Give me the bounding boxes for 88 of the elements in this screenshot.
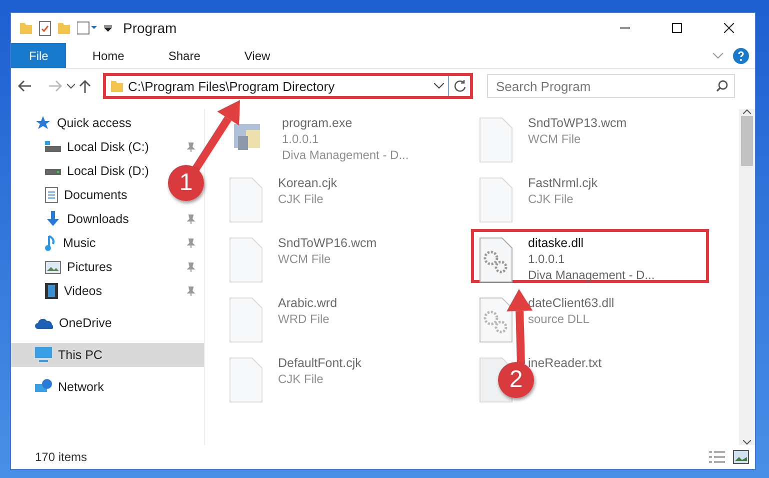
file-detail: Diva Management - D... [282, 148, 409, 162]
file-name[interactable]: ditaske.dll [528, 236, 655, 250]
sidebar-item[interactable]: Network [11, 375, 110, 399]
folder-icon [19, 21, 33, 35]
file-detail: WRD File [278, 312, 330, 326]
ribbon-tab[interactable]: Share [150, 43, 218, 68]
music-icon [45, 235, 57, 251]
file-name[interactable]: program.exe [282, 116, 409, 130]
file-icon [228, 296, 264, 344]
gear-file-icon [478, 236, 514, 284]
sidebar-item[interactable]: Quick access [11, 111, 138, 135]
file-name[interactable]: Korean.cjk [278, 176, 338, 190]
up-arrow-icon [79, 79, 91, 93]
star-icon [35, 115, 51, 131]
sidebar-item[interactable]: This PC [11, 343, 204, 367]
pin-icon [186, 262, 196, 272]
ribbon-tab[interactable]: Home [74, 43, 142, 68]
picture-icon [45, 260, 61, 274]
ribbon-tab[interactable]: File [11, 43, 66, 68]
file-detail: CJK File [278, 192, 324, 206]
file-name[interactable]: SndToWP13.wcm [528, 116, 627, 130]
sidebar-item[interactable]: Pictures [11, 255, 118, 279]
network-icon [35, 379, 52, 395]
sidebar-item[interactable]: Local Disk (C:) [11, 135, 155, 159]
cloud-icon [35, 318, 53, 328]
pin-icon [186, 238, 196, 248]
sidebar-item[interactable]: Local Disk (D:) [11, 159, 155, 183]
status-text: 170 items [35, 450, 88, 464]
file-icon [228, 356, 264, 404]
file-detail: 1.0.0.1 [282, 132, 320, 146]
drive-icon [45, 141, 61, 153]
folder-icon [110, 79, 124, 93]
chevron-down-icon [67, 83, 75, 89]
address-bar[interactable]: C:\Program Files\Program Directory [103, 73, 473, 99]
ribbon-tab[interactable]: View [226, 43, 288, 68]
file-name[interactable]: ineReader.txt [528, 356, 602, 370]
drive-icon [45, 167, 61, 175]
search-icon [716, 80, 728, 92]
film-icon [45, 283, 58, 299]
dropdown-icon [103, 23, 113, 33]
window-title: Program [123, 20, 177, 36]
tiles-view-icon [733, 450, 749, 464]
file-icon [478, 116, 514, 164]
help-icon [733, 48, 749, 64]
scrollbar[interactable] [739, 109, 755, 445]
sidebar-item[interactable]: OneDrive [11, 311, 118, 335]
sidebar-item[interactable]: Music [11, 231, 102, 255]
file-detail: WCM File [528, 132, 582, 146]
pin-icon [186, 142, 196, 152]
file-icon [228, 236, 264, 284]
search-field[interactable]: Search Program [487, 74, 735, 98]
sidebar-item[interactable]: Videos [11, 279, 108, 303]
properties-icon [77, 21, 97, 35]
file-detail: CJK File [528, 192, 574, 206]
forward-arrow-icon [49, 80, 63, 92]
back-arrow-icon [17, 80, 31, 92]
details-view-icon [709, 450, 725, 464]
document-icon [45, 187, 58, 203]
file-name[interactable]: FastNrml.cjk [528, 176, 598, 190]
download-icon [45, 211, 61, 227]
scrollbar-thumb[interactable] [741, 116, 753, 166]
pin-icon [186, 214, 196, 224]
file-detail: WCM File [278, 252, 332, 266]
chevron-down-icon [713, 52, 723, 58]
file-name[interactable]: dateClient63.dll [528, 296, 614, 310]
chevron-down-icon [743, 440, 751, 445]
close-icon [724, 23, 734, 33]
pin-icon [186, 286, 196, 296]
file-detail: 1.0.0.1 [528, 252, 566, 266]
checklist-icon [39, 20, 51, 36]
file-detail: CJK File [278, 372, 324, 386]
file-item[interactable]: ditaske.dll 1.0.0.1 Diva Management - D... [471, 229, 709, 283]
file-detail: Diva Management - D... [528, 268, 655, 282]
gear-file-icon [478, 296, 514, 344]
chevron-up-icon [743, 109, 751, 114]
folder-icon [57, 21, 71, 35]
sidebar-item[interactable]: Downloads [11, 207, 135, 231]
file-name[interactable]: SndToWP16.wcm [278, 236, 377, 250]
file-icon [228, 176, 264, 224]
refresh-icon [454, 80, 466, 92]
chevron-down-icon [434, 83, 444, 89]
file-detail: source DLL [528, 312, 590, 326]
sidebar-item[interactable]: Documents [11, 183, 134, 207]
maximize-icon [672, 23, 682, 33]
file-name[interactable]: Arabic.wrd [278, 296, 338, 310]
file-icon [478, 176, 514, 224]
monitor-icon [35, 347, 52, 363]
file-name[interactable]: DefaultFont.cjk [278, 356, 362, 370]
